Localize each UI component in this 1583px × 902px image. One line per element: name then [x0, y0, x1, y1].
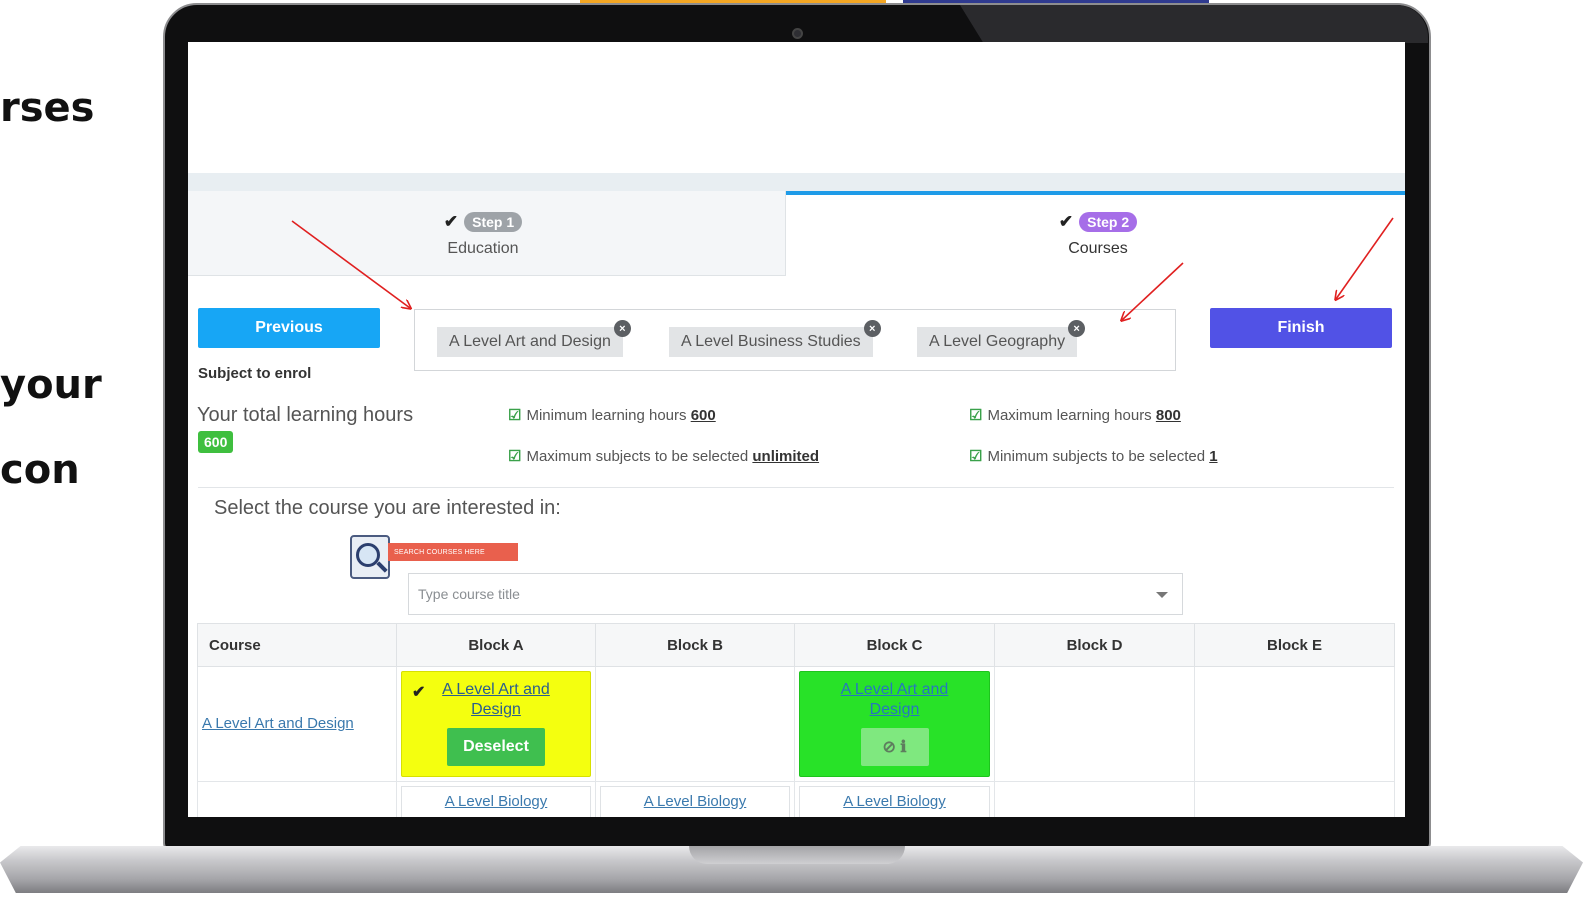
block-d-cell: [994, 666, 1195, 782]
course-cell: [197, 781, 397, 817]
laptop-notch: [689, 846, 905, 864]
col-header: Block A: [396, 623, 596, 667]
block-e-cell: [1194, 666, 1395, 782]
divider: [198, 487, 1394, 488]
step-1-label: Education: [447, 240, 519, 257]
rule-value: 600: [690, 407, 716, 424]
block-a-cell: ✔ A Level Art and Design Deselect: [396, 666, 596, 782]
rule-max-hours: ☑ Maximum learning hours 800: [969, 406, 1181, 424]
checkbox-icon: ☑: [969, 448, 983, 465]
chip-label: A Level Business Studies: [681, 333, 861, 350]
check-icon: ✔: [1058, 212, 1074, 231]
checkbox-icon: ☑: [508, 448, 522, 465]
course-cell: A Level Art and Design: [197, 666, 397, 782]
table-row: A Level Biology A Level Biology A Level …: [197, 781, 1395, 817]
col-header: Block B: [595, 623, 795, 667]
col-header: Block E: [1194, 623, 1395, 667]
checkbox-icon: ☑: [508, 407, 522, 424]
rule-min-hours: ☑ Minimum learning hours 600: [508, 406, 716, 424]
selected-chip: A Level Geography ×: [917, 320, 1086, 357]
enrol-label: Subject to enrol: [198, 365, 312, 382]
chip-label: A Level Art and Design: [449, 333, 611, 350]
stage: rses your con ✔ Step 1 Education ✔ Step 2 …: [0, 0, 1583, 902]
table-row: A Level Art and Design ✔ A Level Art and…: [197, 666, 1395, 782]
selected-chip: A Level Art and Design ×: [437, 320, 631, 357]
total-hours-badge: 600: [198, 431, 234, 453]
block-course-link[interactable]: A Level Art and Design: [431, 680, 561, 720]
select-course-prompt: Select the course you are interested in:: [214, 497, 561, 519]
rule-text: Maximum learning hours: [987, 407, 1156, 424]
step-2-pill: Step 2: [1079, 212, 1138, 232]
step-2-label: Courses: [1068, 240, 1128, 257]
rule-max-subjects: ☑ Maximum subjects to be selected unlimit…: [508, 447, 819, 465]
block-course-link[interactable]: A Level Biology: [843, 793, 946, 810]
block-course-link[interactable]: A Level Art and Design: [830, 680, 960, 720]
rule-value: unlimited: [752, 448, 820, 465]
checkbox-icon: ☑: [969, 407, 983, 424]
deselect-button[interactable]: Deselect: [447, 728, 545, 766]
camera-icon: [792, 28, 803, 39]
previous-button[interactable]: Previous: [198, 308, 380, 348]
remove-chip-icon[interactable]: ×: [1068, 320, 1086, 337]
available-block-card: A Level Art and Design ⊘ ℹ: [799, 671, 990, 777]
lid-glare: [960, 5, 1428, 43]
step-2[interactable]: ✔ Step 2 Courses: [1003, 212, 1193, 258]
side-heading-3: con: [0, 447, 80, 493]
search-banner: SEARCH COURSES HERE: [388, 543, 518, 561]
rule-text: Minimum subjects to be selected: [987, 448, 1210, 465]
step-1[interactable]: ✔ Step 1 Education: [388, 212, 578, 258]
col-header: Block C: [794, 623, 995, 667]
course-link[interactable]: A Level Art and Design: [202, 715, 354, 732]
tabs-bar: [188, 173, 1405, 193]
selected-courses-box[interactable]: A Level Art and Design × A Level Busines…: [414, 309, 1176, 371]
block-course-link[interactable]: A Level Biology: [445, 793, 548, 810]
step-1-pill: Step 1: [464, 212, 523, 232]
block-d-cell: [994, 781, 1195, 817]
check-icon: ✔: [412, 684, 426, 701]
search-icon: [350, 535, 390, 579]
side-heading-1: rses: [0, 85, 95, 131]
tab-courses-active-line: [786, 191, 1405, 195]
check-icon: ✔: [443, 212, 459, 231]
finish-button[interactable]: Finish: [1210, 308, 1392, 348]
laptop-screen: ✔ Step 1 Education ✔ Step 2 Courses Previo…: [188, 42, 1405, 817]
course-search-field[interactable]: [408, 573, 1183, 615]
chip-label: A Level Geography: [929, 333, 1066, 350]
block-course-link[interactable]: A Level Biology: [644, 793, 747, 810]
rule-text: Maximum subjects to be selected: [526, 448, 753, 465]
rule-value: 800: [1155, 407, 1181, 424]
selected-chip: A Level Business Studies ×: [669, 320, 881, 357]
course-table: Course Block A Block B Block C Block D B…: [197, 623, 1395, 817]
block-b-cell: A Level Biology: [595, 781, 795, 817]
selected-block-card: ✔ A Level Art and Design Deselect: [401, 671, 591, 777]
block-b-cell: [595, 666, 795, 782]
course-search-input[interactable]: [409, 574, 1109, 614]
block-e-cell: [1194, 781, 1395, 817]
disabled-info-button[interactable]: ⊘ ℹ: [860, 728, 929, 766]
col-header: Block D: [994, 623, 1195, 667]
total-hours-label: Your total learning hours: [197, 404, 414, 426]
col-header: Course: [197, 623, 397, 667]
chevron-down-icon[interactable]: [1156, 592, 1168, 598]
rule-min-subjects: ☑ Minimum subjects to be selected 1: [969, 447, 1218, 465]
remove-chip-icon[interactable]: ×: [613, 320, 631, 337]
block-c-cell: A Level Art and Design ⊘ ℹ: [794, 666, 995, 782]
block-a-cell: A Level Biology: [396, 781, 596, 817]
remove-chip-icon[interactable]: ×: [863, 320, 881, 337]
rule-text: Minimum learning hours: [526, 407, 691, 424]
side-heading-2: your: [0, 362, 102, 408]
block-c-cell: A Level Biology: [794, 781, 995, 817]
rule-value: 1: [1209, 448, 1218, 465]
table-header-row: Course Block A Block B Block C Block D B…: [197, 623, 1395, 667]
